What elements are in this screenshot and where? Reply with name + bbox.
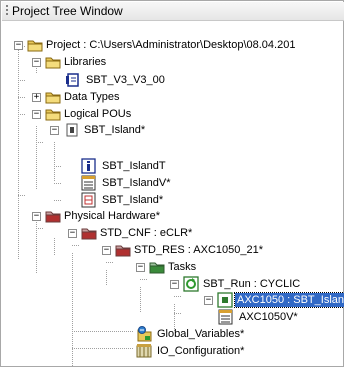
tree-label-task-run: SBT_Run : CYCLIC xyxy=(203,278,301,290)
tree-label-global-variables: Global_Variables* xyxy=(157,328,245,340)
folder-icon xyxy=(45,92,61,104)
code-worksheet-icon xyxy=(81,192,96,208)
tree-label-io-configuration: IO_Configuration* xyxy=(157,345,245,357)
tree-label-program-instance: AXC1050 : SBT_Island* xyxy=(233,292,344,308)
collapse-toggle-icon[interactable]: − xyxy=(32,212,41,221)
folder-icon xyxy=(27,40,43,52)
collapse-toggle-icon[interactable]: − xyxy=(32,110,41,119)
program-pou-icon xyxy=(66,123,78,137)
description-info-icon xyxy=(81,158,96,174)
collapse-toggle-icon[interactable]: − xyxy=(14,41,23,50)
tasks-folder-icon xyxy=(149,262,165,274)
io-configuration-icon xyxy=(136,344,152,358)
tree-label-pou-island-code: SBT_Island* xyxy=(102,194,164,206)
global-variables-icon xyxy=(137,326,152,342)
configuration-icon xyxy=(81,228,97,240)
tree-label-pou-island-t: SBT_IslandT xyxy=(102,160,166,172)
collapse-toggle-icon[interactable]: − xyxy=(136,263,145,272)
tree-label-libraries: Libraries xyxy=(64,56,107,68)
tree-label-data-types: Data Types xyxy=(64,91,120,103)
collapse-toggle-icon[interactable]: − xyxy=(102,246,111,255)
tree-label-pou-island-v: SBT_IslandV* xyxy=(102,177,171,189)
tree-label-tasks: Tasks xyxy=(168,261,197,273)
variable-worksheet-icon xyxy=(81,175,96,191)
collapse-toggle-icon[interactable]: − xyxy=(32,58,41,67)
hardware-folder-icon xyxy=(45,211,61,223)
tree-label-program-vars: AXC1050V* xyxy=(239,311,298,323)
cyclic-task-icon xyxy=(183,276,199,292)
tree-label-configuration: STD_CNF : eCLR* xyxy=(100,227,193,239)
collapse-toggle-icon[interactable]: − xyxy=(50,126,59,135)
window-title: Project Tree Window xyxy=(12,4,123,18)
variable-worksheet-icon xyxy=(218,309,233,325)
tree-label-logical-pous: Logical POUs xyxy=(64,108,132,120)
folder-icon xyxy=(45,57,61,69)
window-title-bar[interactable]: Project Tree Window xyxy=(2,2,344,21)
folder-icon xyxy=(45,109,61,121)
project-tree[interactable]: − Project : C:\Users\Administrator\Deskt… xyxy=(2,21,344,367)
tree-label-library-item: SBT_V3_V3_00 xyxy=(86,74,165,86)
library-book-icon xyxy=(66,73,79,87)
program-instance-icon xyxy=(217,292,233,308)
collapse-toggle-icon[interactable]: − xyxy=(68,229,77,238)
collapse-toggle-icon[interactable]: − xyxy=(170,280,179,289)
tree-label-project: Project : C:\Users\Administrator\Desktop… xyxy=(46,39,296,51)
tree-label-physical-hardware: Physical Hardware* xyxy=(64,210,160,222)
drag-grip-icon[interactable] xyxy=(6,5,8,17)
tree-label-pou-island: SBT_Island* xyxy=(84,124,146,136)
tree-label-resource: STD_RES : AXC1050_21* xyxy=(134,244,264,256)
collapse-toggle-icon[interactable]: − xyxy=(204,296,213,305)
project-tree-window: Project Tree Window − Project: C:\Users… xyxy=(0,0,344,367)
expand-toggle-icon[interactable]: + xyxy=(32,93,41,102)
resource-icon xyxy=(115,245,131,257)
